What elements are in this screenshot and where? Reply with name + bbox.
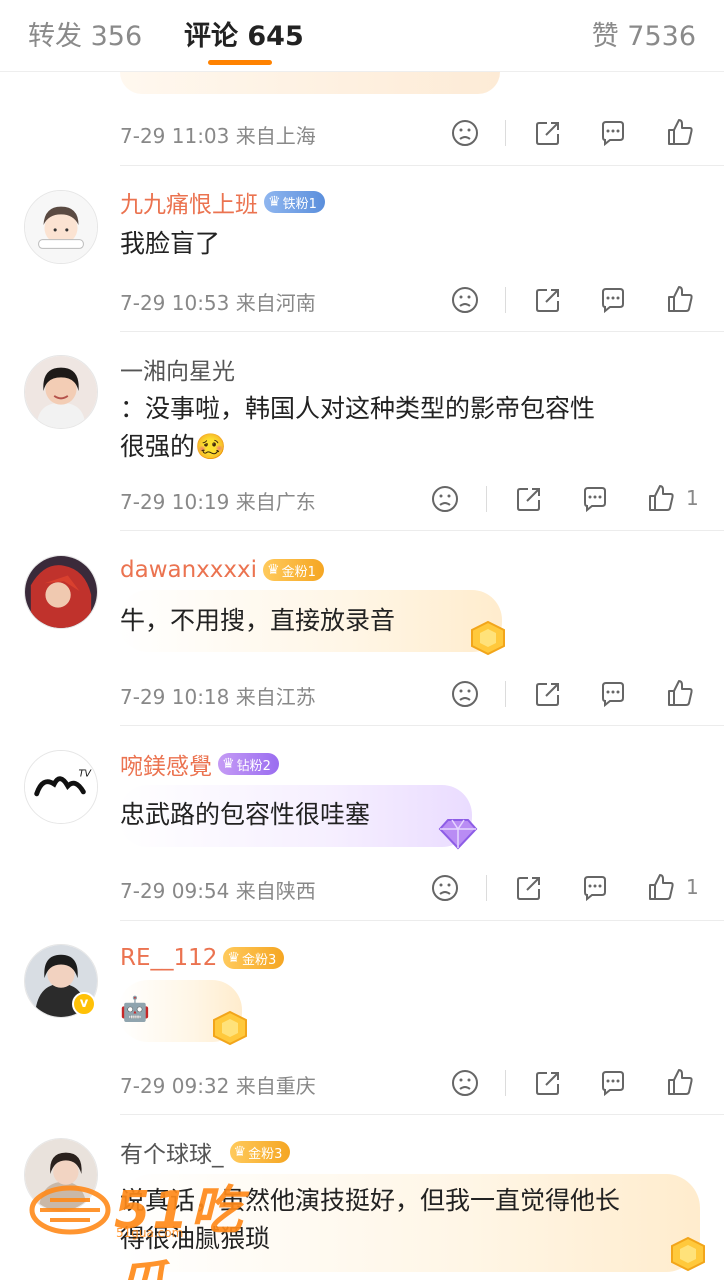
comment-time-location: 7-29 10:18 来自江苏 [120,685,316,709]
comment-header: 一湘向星光 [120,352,241,386]
gold-badge-icon [466,618,510,658]
comment-text: 牛，不用搜，直接放录音 [120,606,396,635]
fan-badge: ♛ 金粉3 [223,947,285,969]
like-icon[interactable] [646,483,676,513]
comment-icon[interactable] [598,679,628,709]
username[interactable]: 有个球球_ [120,1135,224,1169]
dislike-icon[interactable] [430,484,460,514]
repost-icon[interactable] [533,285,563,315]
comment-text: 我脸盲了 [120,229,221,258]
crown-icon: ♛ [267,562,280,578]
comment-icon[interactable] [580,873,610,903]
comment-tabs: 转发 356 评论 645 赞 7536 [0,0,724,72]
comment-emoji: 🤖 [120,995,150,1023]
comment-text-line-1: ：没事啦，韩国人对这种类型的影帝包容性 [120,394,596,423]
comment-icon[interactable] [598,118,628,148]
crown-icon: ♛ [233,1144,247,1160]
gold-badge-icon [208,1008,252,1048]
like-icon[interactable] [665,1067,695,1097]
watermark-site: 51gua.com [116,1226,184,1240]
repost-icon[interactable] [533,1068,563,1098]
comment-icon[interactable] [580,484,610,514]
username[interactable]: RE__112 [120,945,217,971]
dislike-icon[interactable] [450,285,480,315]
dislike-icon[interactable] [430,873,460,903]
comment-time-location: 7-29 09:32 来自重庆 [120,1074,316,1098]
avatar[interactable] [24,555,98,629]
fan-badge-label: 金粉3 [241,952,277,968]
like-icon[interactable] [665,678,695,708]
avatar-tv-label: TV [79,768,93,779]
tab-comments[interactable]: 评论 645 [184,14,304,53]
comment-header: RE__112 ♛ 金粉3 [120,941,285,975]
tab-likes[interactable]: 赞 7536 [592,14,696,53]
watermark-brand: 51吃瓜 [114,1181,245,1280]
repost-icon[interactable] [514,873,544,903]
gold-badge-icon [666,1234,710,1274]
crown-icon: ♛ [268,194,281,210]
comment-time-location: 7-29 11:03 来自上海 [120,124,316,148]
comment-time-location: 7-29 10:53 来自河南 [120,291,316,315]
comment-text: 忠武路的包容性很哇塞 [120,800,371,829]
comment-time-location: 7-29 09:54 来自陕西 [120,879,316,903]
repost-icon[interactable] [533,118,563,148]
like-count: 1 [686,875,699,899]
comment-header: 啘鎂感覺 ♛ 钻粉2 [120,747,279,781]
tab-repost[interactable]: 转发 356 [28,14,142,53]
dislike-icon[interactable] [450,1068,480,1098]
comment-header: dawanxxxxi ♛ 金粉1 [120,553,324,587]
avatar[interactable]: TV [24,750,98,824]
like-icon[interactable] [646,872,676,902]
dislike-icon[interactable] [450,118,480,148]
username[interactable]: 九九痛恨上班 [120,185,258,219]
comment-time-location: 7-29 10:19 来自广东 [120,490,316,514]
active-tab-indicator [208,60,272,65]
fan-badge: ♛ 铁粉1 [264,191,325,213]
like-count: 1 [686,486,699,510]
avatar[interactable] [24,355,98,429]
fan-badge-label: 铁粉1 [282,196,317,212]
avatar[interactable] [24,190,98,264]
comment-icon[interactable] [598,285,628,315]
fan-badge-label: 金粉3 [248,1146,283,1162]
fan-badge-label: 钻粉2 [236,758,271,774]
crown-icon: ♛ [222,756,235,772]
comment-header: 九九痛恨上班 ♛ 铁粉1 [120,185,325,219]
comment-header: 有个球球_ ♛ 金粉3 [120,1135,291,1169]
watermark-logo-icon [29,1185,111,1235]
fan-badge: ♛ 金粉3 [229,1141,291,1163]
comment-text-line-2: 很强的🥴 [120,432,227,461]
dislike-icon[interactable] [450,679,480,709]
repost-icon[interactable] [514,484,544,514]
username[interactable]: 一湘向星光 [120,352,235,386]
like-icon[interactable] [665,284,695,314]
fan-badge: ♛ 金粉1 [263,559,324,581]
site-watermark: 51吃瓜 51gua.com [24,1168,284,1280]
comment-icon[interactable] [598,1068,628,1098]
fan-badge-label: 金粉1 [281,564,316,580]
verified-badge-icon: v [72,992,96,1016]
repost-icon[interactable] [533,679,563,709]
fan-badge: ♛ 钻粉2 [218,753,279,775]
username[interactable]: dawanxxxxi [120,557,257,583]
previous-comment-bubble [120,72,500,94]
diamond-badge-icon [436,812,480,852]
like-icon[interactable] [665,117,695,147]
crown-icon: ♛ [227,950,240,966]
username[interactable]: 啘鎂感覺 [120,747,212,781]
